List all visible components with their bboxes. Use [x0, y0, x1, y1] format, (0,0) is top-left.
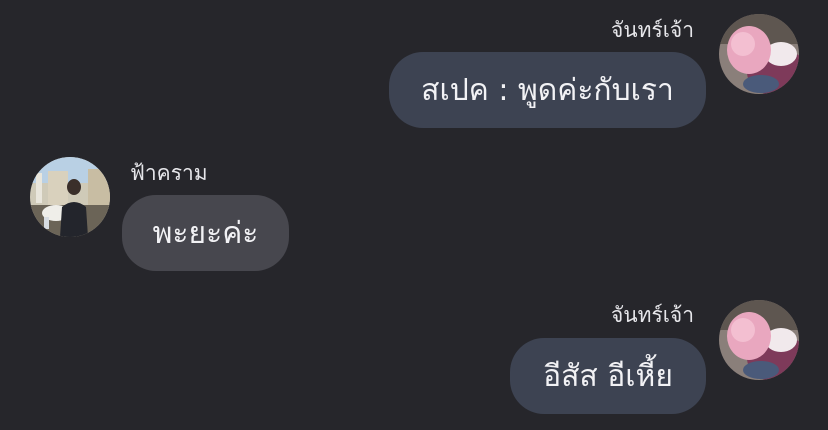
sender-name: ฟ้าคราม	[130, 161, 208, 185]
avatar[interactable]	[719, 300, 799, 380]
message-bubble[interactable]: พะยะค่ะ	[122, 195, 289, 271]
message-text: พะยะค่ะ	[152, 215, 259, 251]
pink-hair-avatar-icon	[719, 300, 799, 380]
chat-thread: จันทร์เจ้า สเปค : พูดค่ะกับเรา ฟ้าคราม พ…	[0, 0, 828, 430]
message-text: อีสัส อีเหี้ย	[543, 358, 673, 394]
sender-name: จันทร์เจ้า	[610, 303, 694, 327]
message-bubble[interactable]: สเปค : พูดค่ะกับเรา	[389, 52, 706, 128]
message-text: สเปค : พูดค่ะกับเรา	[421, 72, 674, 108]
avatar[interactable]	[30, 157, 110, 237]
sender-name: จันทร์เจ้า	[610, 18, 694, 42]
avatar[interactable]	[719, 14, 799, 94]
pink-hair-avatar-icon	[719, 14, 799, 94]
message-bubble[interactable]: อีสัส อีเหี้ย	[510, 338, 706, 414]
cafe-photo-avatar-icon	[30, 157, 110, 237]
